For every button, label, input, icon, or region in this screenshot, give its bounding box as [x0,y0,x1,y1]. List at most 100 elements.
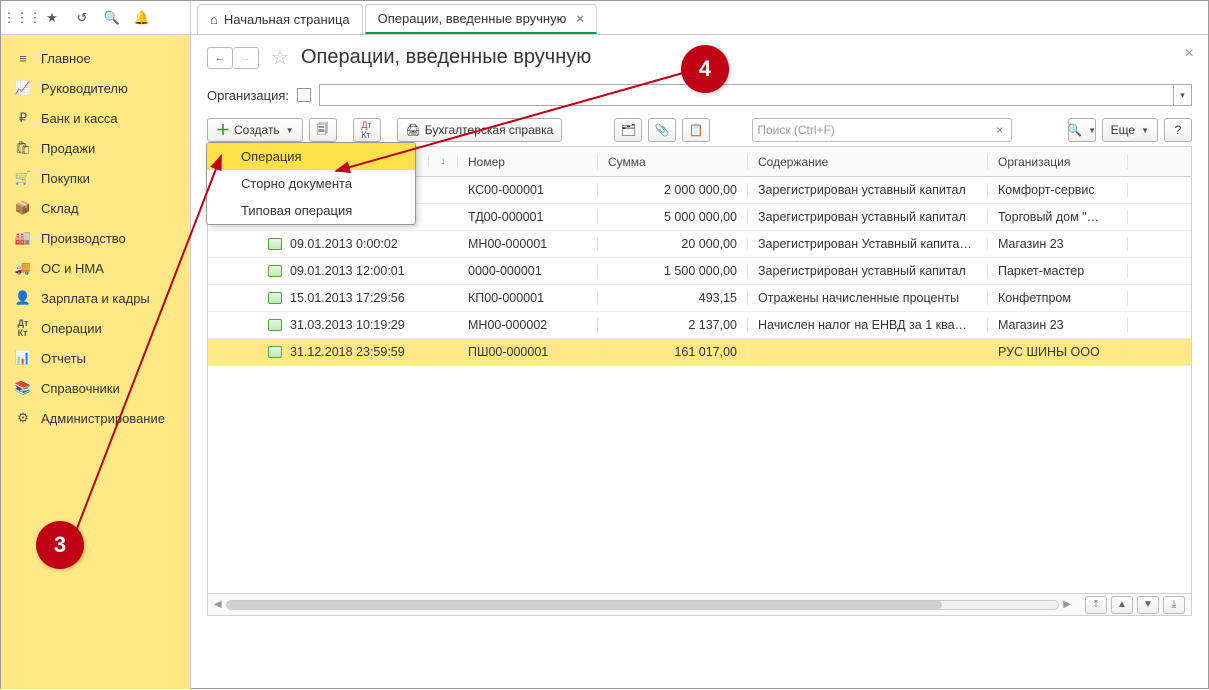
cell-content: Зарегистрирован Уставный капита… [748,237,988,251]
cell-number: МН00-000001 [458,237,598,251]
cell-content: Начислен налог на ЕНВД за 1 ква… [748,318,988,332]
tab-close-icon[interactable]: × [576,11,584,26]
box-icon: 📦 [15,200,31,216]
star-icon[interactable]: ★ [37,4,67,32]
dropdown-item-typical[interactable]: Типовая операция [207,197,415,224]
sidebar-label: Руководителю [41,81,128,96]
scroll-left-icon[interactable]: ◀ [214,599,222,610]
system-icons: ⋮⋮⋮ ★ ↺ 🔍 🔔 [1,1,191,34]
cell-number: КП00-000001 [458,291,598,305]
home-icon: ⌂ [210,12,218,27]
sidebar-item-operations[interactable]: ДтКтОперации [1,313,190,343]
page-first-button[interactable]: ⤒ [1085,596,1107,614]
apps-icon[interactable]: ⋮⋮⋮ [7,4,37,32]
sidebar-item-directories[interactable]: 📚Справочники [1,373,190,403]
sidebar-label: Отчеты [41,351,86,366]
dtkt-button[interactable]: ДтКт [353,118,381,142]
attach-button[interactable]: 📎 [648,118,676,142]
chevron-down-icon: ▼ [286,126,294,135]
dropdown-item-storno[interactable]: Сторно документа [207,170,415,197]
tabs: ⌂ Начальная страница Операции, введенные… [191,1,599,34]
page-up-button[interactable]: ▲ [1111,596,1133,614]
copy-button[interactable]: 🗐 [309,118,337,142]
sidebar-label: Главное [41,51,91,66]
cell-date: 09.01.2013 12:00:01 [208,264,428,278]
paperclip-icon: 📎 [655,123,670,137]
sidebar-item-salary[interactable]: 👤Зарплата и кадры [1,283,190,313]
sidebar-label: Производство [41,231,126,246]
sidebar-item-production[interactable]: 🏭Производство [1,223,190,253]
cell-org: РУС ШИНЫ ООО [988,345,1128,359]
col-number-header[interactable]: Номер [458,155,598,169]
sidebar-item-admin[interactable]: ⚙Администрирование [1,403,190,433]
col-content-header[interactable]: Содержание [748,155,988,169]
cell-sum: 2 137,00 [598,318,748,332]
document-icon [268,346,282,358]
more-button[interactable]: Еще▼ [1102,118,1158,142]
sort-indicator[interactable]: ↓ [428,156,458,167]
nav-back-button[interactable]: ← [207,47,233,69]
nav-forward-button[interactable]: → [233,47,259,69]
history-icon[interactable]: ↺ [67,4,97,32]
sidebar-item-manager[interactable]: 📈Руководителю [1,73,190,103]
sidebar-item-reports[interactable]: 📊Отчеты [1,343,190,373]
sidebar-label: Склад [41,201,79,216]
table-row[interactable]: 15.01.2013 17:29:56КП00-000001493,15Отра… [208,285,1191,312]
print-ref-button[interactable]: 🖨 Бухгалтерская справка [397,118,563,142]
table-row[interactable]: 31.12.2018 23:59:59ПШ00-000001161 017,00… [208,339,1191,366]
toolbar: ＋ Создать ▼ Операция Сторно документа Ти… [207,116,1192,144]
tab-home[interactable]: ⌂ Начальная страница [197,4,363,34]
print-ref-label: Бухгалтерская справка [425,123,554,137]
create-button[interactable]: ＋ Создать ▼ [207,118,303,142]
sidebar-label: Операции [41,321,102,336]
horizontal-scrollbar[interactable] [226,600,1060,610]
sidebar-label: Продажи [41,141,95,156]
clear-search-icon[interactable]: × [992,123,1007,137]
tab-operations-label: Операции, введенные вручную [378,11,567,26]
search-icon[interactable]: 🔍 [97,4,127,32]
plus-icon: ＋ [216,120,230,140]
sidebar-item-main[interactable]: ≡ Главное [1,43,190,73]
table-row[interactable]: 31.03.2013 10:19:29МН00-0000022 137,00На… [208,312,1191,339]
cell-org: Паркет-мастер [988,264,1128,278]
tab-operations[interactable]: Операции, введенные вручную × [365,4,597,34]
sidebar-item-bank[interactable]: ₽Банк и касса [1,103,190,133]
cell-org: Конфетпром [988,291,1128,305]
org-checkbox[interactable] [297,88,311,102]
sidebar-item-purchases[interactable]: 🛒Покупки [1,163,190,193]
registry-button[interactable]: 🗂 [614,118,642,142]
page-last-button[interactable]: ⤓ [1163,596,1185,614]
sidebar-label: Банк и касса [41,111,118,126]
sidebar-item-os-nma[interactable]: 🚚ОС и НМА [1,253,190,283]
cell-content: Зарегистрирован уставный капитал [748,183,988,197]
col-org-header[interactable]: Организация [988,155,1128,169]
table-row[interactable]: 09.01.2013 0:00:02МН00-00000120 000,00За… [208,231,1191,258]
sidebar-item-sales[interactable]: 🛍 Продажи [1,133,190,163]
close-page-button[interactable]: × [1185,45,1194,63]
search-input[interactable]: Поиск (Ctrl+F) × [752,118,1012,142]
menu-icon: ≡ [15,50,31,66]
find-button[interactable]: 🔍▼ [1068,118,1096,142]
scrollbar-thumb[interactable] [227,601,942,609]
col-sum-header[interactable]: Сумма [598,155,748,169]
print-icon: 🖨 [406,123,421,137]
sidebar-label: ОС и НМА [41,261,104,276]
search-placeholder: Поиск (Ctrl+F) [757,123,992,137]
help-button[interactable]: ? [1164,118,1192,142]
list-button[interactable]: 📋 [682,118,710,142]
page-down-button[interactable]: ▼ [1137,596,1159,614]
bag-icon: 🛍 [15,140,31,156]
bell-icon[interactable]: 🔔 [127,4,157,32]
org-combo[interactable]: ▾ [319,84,1192,106]
dropdown-item-operation[interactable]: Операция [207,143,415,170]
sidebar-label: Зарплата и кадры [41,291,150,306]
scroll-right-icon[interactable]: ▶ [1063,599,1071,610]
sidebar: ≡ Главное 📈Руководителю ₽Банк и касса 🛍 Пр… [1,35,191,689]
sidebar-item-stock[interactable]: 📦 Склад [1,193,190,223]
page-title: Операции, введенные вручную [301,46,591,69]
favorite-star-icon[interactable]: ☆ [271,45,289,70]
cell-number: МН00-000002 [458,318,598,332]
table-row[interactable]: 09.01.2013 12:00:010000-0000011 500 000,… [208,258,1191,285]
chevron-down-icon[interactable]: ▾ [1173,85,1191,105]
gear-icon: ⚙ [15,410,31,426]
